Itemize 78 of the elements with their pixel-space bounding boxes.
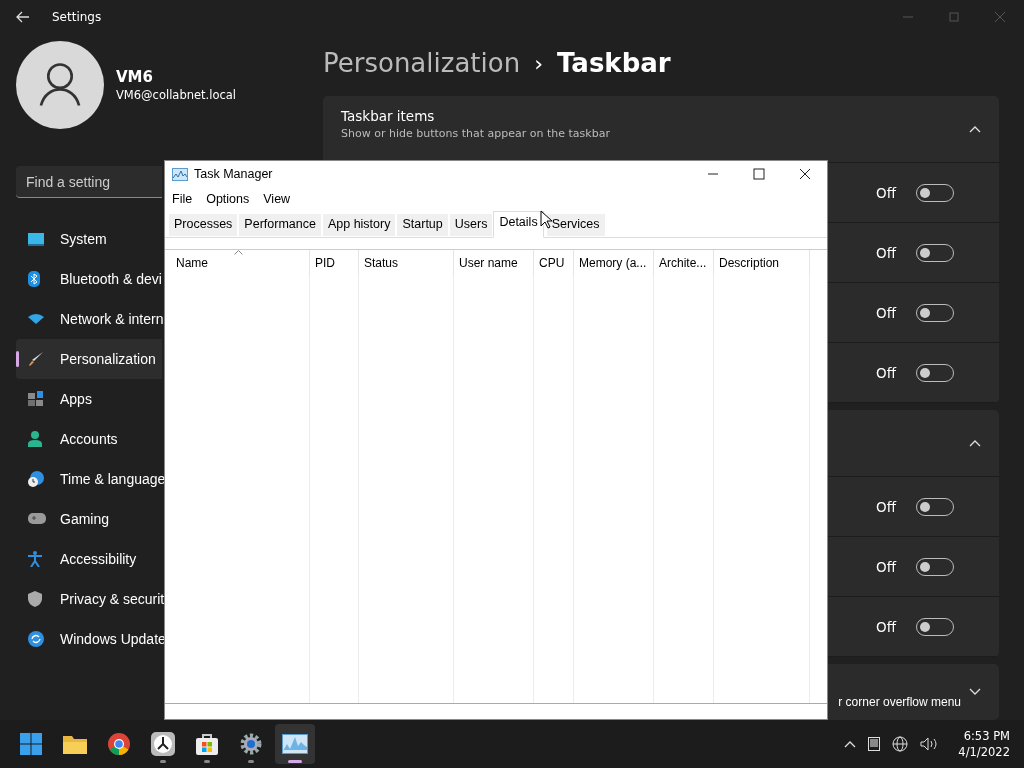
- nav-item[interactable]: Bluetooth & devi: [16, 259, 162, 299]
- column-header[interactable]: CPU: [539, 255, 565, 270]
- taskbar-app[interactable]: [275, 724, 315, 764]
- tab[interactable]: Details: [493, 211, 544, 238]
- search-field[interactable]: Find a setting: [16, 166, 162, 198]
- tab[interactable]: Performance: [238, 213, 322, 237]
- toggle-state: Off: [876, 304, 896, 321]
- nav-item[interactable]: Accessibility: [16, 539, 162, 579]
- chevron-up-icon[interactable]: [844, 740, 857, 748]
- settings-icon: [240, 733, 262, 755]
- toggle-state: Off: [876, 364, 896, 381]
- globe-clock-icon: [28, 471, 46, 487]
- column-header[interactable]: Name: [176, 255, 208, 270]
- toggle-state: Off: [876, 618, 896, 635]
- tab[interactable]: Services: [545, 213, 606, 237]
- card-title: Taskbar items: [341, 108, 436, 124]
- menu-item[interactable]: View: [263, 192, 291, 206]
- browser-icon: [108, 733, 130, 755]
- tab[interactable]: App history: [321, 213, 397, 237]
- card-title: r corner overflow menu: [838, 695, 961, 709]
- close-icon[interactable]: [799, 168, 811, 180]
- gamepad-icon: [28, 513, 46, 525]
- window-title: Task Manager: [194, 167, 273, 181]
- nav-item[interactable]: Privacy & securit: [16, 579, 162, 619]
- maximize-icon[interactable]: [753, 168, 765, 180]
- menu-item[interactable]: File: [172, 192, 193, 206]
- window-title: Settings: [52, 9, 102, 24]
- clock-time[interactable]: 6:53 PM: [963, 728, 1010, 744]
- tab[interactable]: Startup: [396, 213, 449, 237]
- toggle-state: Off: [876, 558, 896, 575]
- chevron-icon[interactable]: [969, 439, 981, 447]
- monitor-icon: [28, 232, 46, 246]
- column-header[interactable]: Archite...: [659, 255, 707, 270]
- avatar-icon: [16, 41, 104, 129]
- nav-item[interactable]: Accounts: [16, 419, 162, 459]
- card-subtitle: Show or hide buttons that appear on the taskbar: [341, 127, 610, 140]
- menu-item[interactable]: Options: [206, 192, 250, 206]
- column-header[interactable]: Description: [719, 255, 780, 270]
- pointer-icon: [539, 210, 552, 229]
- tablet-icon[interactable]: [868, 737, 881, 751]
- sort-caret-icon: [234, 250, 243, 255]
- tab[interactable]: Users: [448, 213, 494, 237]
- column-header[interactable]: Status: [364, 255, 399, 270]
- graph-icon: [282, 734, 308, 754]
- apps-icon: [28, 391, 46, 407]
- user-name: VM6: [116, 68, 154, 86]
- globe-icon[interactable]: [892, 736, 909, 752]
- nav-item[interactable]: Windows Update: [16, 619, 162, 659]
- tab[interactable]: Processes: [168, 213, 239, 237]
- nav-item[interactable]: Gaming: [16, 499, 162, 539]
- nav-item[interactable]: Apps: [16, 379, 162, 419]
- update-icon: [28, 631, 46, 647]
- column-header[interactable]: PID: [315, 255, 335, 270]
- clock-date[interactable]: 4/1/2022: [958, 744, 1010, 760]
- column-header[interactable]: Memory (a...: [579, 255, 647, 270]
- breadcrumb-link[interactable]: Personalization: [323, 48, 521, 78]
- windows-logo-icon: [20, 733, 42, 755]
- speaker-icon[interactable]: [920, 737, 939, 751]
- nav-item[interactable]: System: [16, 219, 162, 259]
- wifi-icon: [28, 313, 46, 325]
- column-header[interactable]: User name: [459, 255, 518, 270]
- folder-icon: [63, 734, 87, 754]
- graph-icon: [172, 167, 188, 181]
- brush-icon: [28, 351, 46, 367]
- store-icon: [196, 733, 218, 755]
- nav-item[interactable]: Personalization: [16, 339, 162, 379]
- back-icon[interactable]: [16, 10, 30, 23]
- toggle-state: Off: [876, 184, 896, 201]
- nav-item[interactable]: Time & language: [16, 459, 162, 499]
- chevron-icon[interactable]: [969, 125, 981, 133]
- toggle-state: Off: [876, 244, 896, 261]
- chevron-icon[interactable]: [969, 688, 981, 696]
- toggle-state: Off: [876, 498, 896, 515]
- nav-item[interactable]: Network & intern: [16, 299, 162, 339]
- clock-icon: [151, 732, 175, 756]
- user-email: VM6@collabnet.local: [116, 88, 237, 102]
- breadcrumb-separator: ›: [534, 50, 543, 76]
- page-title: Taskbar: [556, 48, 671, 78]
